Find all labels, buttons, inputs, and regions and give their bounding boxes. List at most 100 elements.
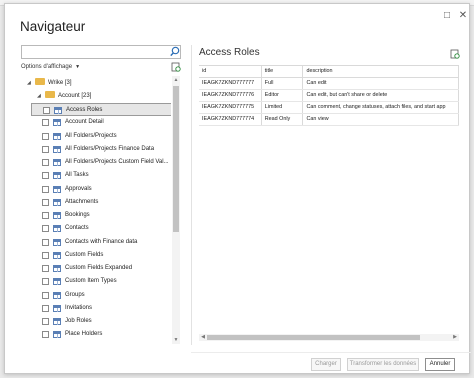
display-options-dropdown[interactable]: Options d'affichage ▼ — [21, 64, 80, 70]
checkbox[interactable] — [42, 265, 49, 272]
tree-item-label: Custom Fields — [65, 251, 104, 258]
table-scrollbar-thumb[interactable] — [207, 335, 420, 340]
checkbox[interactable] — [43, 107, 50, 114]
table-cell: IEAGK7ZKND777774 — [199, 113, 262, 126]
checkbox[interactable] — [42, 119, 49, 127]
tree-item[interactable]: Place Holders — [31, 328, 171, 341]
table-cell: Read Only — [261, 113, 304, 126]
tree-item[interactable]: Invitations — [31, 302, 171, 315]
checkbox[interactable] — [42, 278, 49, 286]
checkbox[interactable] — [42, 185, 49, 193]
tree-item[interactable]: Job Roles — [31, 315, 171, 328]
transform-data-button[interactable]: Transformer les données — [347, 358, 419, 371]
tree-item[interactable]: Access Roles — [31, 103, 171, 116]
table-row: IEAGK7ZKND777775 Limited Can comment, ch… — [199, 101, 459, 114]
search-input[interactable] — [21, 45, 181, 59]
tree-item[interactable]: Custom Fields — [31, 249, 171, 262]
checkbox[interactable] — [42, 198, 49, 206]
tree-item[interactable]: Approvals — [31, 183, 171, 196]
table-header-row: id title description — [199, 66, 459, 78]
scroll-left-icon[interactable]: ◀ — [199, 334, 207, 341]
tree-item-label: Approvals — [65, 185, 92, 192]
tree-node-account[interactable]: ◢ Account [23] — [37, 90, 91, 102]
table-cell: IEAGK7ZKND777776 — [199, 89, 262, 102]
checkbox[interactable] — [42, 251, 49, 259]
table-icon — [53, 132, 61, 140]
table-horizontal-scrollbar[interactable]: ◀ ▶ — [199, 334, 459, 341]
checkbox[interactable] — [42, 159, 49, 166]
tree-item[interactable]: All Folders/Projects Custom Field Val... — [31, 156, 171, 169]
tree-item-label: Attachments — [65, 198, 99, 205]
table-cell: IEAGK7ZKND777775 — [199, 101, 262, 114]
table-icon — [53, 318, 61, 325]
table-cell: Limited — [261, 101, 304, 114]
scroll-right-icon[interactable]: ▶ — [451, 334, 459, 341]
column-header-title[interactable]: title — [261, 66, 304, 78]
tree-item[interactable]: Bookings — [31, 209, 171, 222]
tree-item[interactable]: Groups — [31, 289, 171, 302]
scroll-down-icon[interactable]: ▼ — [172, 336, 180, 344]
chevron-down-icon[interactable]: ◢ — [27, 77, 35, 89]
square-icon[interactable]: □ — [441, 10, 453, 22]
navigator-tree: ◢ Wrike [3] ◢ Account [23] Access Roles Acc… — [21, 76, 171, 344]
tree-scrollbar[interactable]: ▲ ▼ — [172, 76, 180, 344]
tree-item[interactable]: All Tasks — [31, 169, 171, 182]
footer-divider — [191, 352, 471, 353]
table-icon — [53, 172, 61, 180]
tree-item[interactable]: Custom Item Types — [31, 275, 171, 288]
tree-item[interactable]: Contacts — [31, 222, 171, 235]
column-header-description[interactable]: description — [302, 66, 459, 78]
tree-item-label: Custom Item Types — [65, 278, 117, 285]
table-row: IEAGK7ZKND777774 Read Only Can view — [199, 113, 459, 126]
tree-node-label: Account [23] — [58, 93, 92, 99]
checkbox[interactable] — [42, 132, 49, 140]
preview-title: Access Roles — [199, 47, 260, 58]
table-icon — [53, 212, 61, 219]
checkbox[interactable] — [42, 291, 49, 299]
chevron-down-icon: ▼ — [75, 64, 81, 70]
tree-node-label: Wrike [3] — [48, 80, 72, 86]
search-icon[interactable] — [169, 45, 181, 59]
table-cell: Editor — [261, 89, 304, 102]
dialog-title: Navigateur — [20, 19, 86, 34]
checkbox[interactable] — [42, 238, 49, 246]
tree-item[interactable]: Account Detail — [31, 116, 171, 129]
checkbox[interactable] — [42, 212, 49, 219]
chevron-down-icon[interactable]: ◢ — [37, 90, 45, 102]
table-cell: Can view — [302, 113, 459, 126]
scroll-up-icon[interactable]: ▲ — [172, 76, 180, 84]
table-cell: Can comment, change statuses, attach fil… — [302, 101, 459, 114]
table-icon — [53, 251, 61, 259]
tree-item[interactable]: Contacts with Finance data — [31, 236, 171, 249]
tree-item-label: Contacts — [65, 225, 89, 232]
display-options-label: Options d'affichage — [21, 64, 73, 70]
table-cell: IEAGK7ZKND777777 — [199, 77, 262, 90]
close-icon[interactable]: ✕ — [457, 10, 469, 22]
tree-item[interactable]: All Folders/Projects Finance Data — [31, 143, 171, 156]
checkbox[interactable] — [42, 145, 49, 153]
load-button[interactable]: Charger — [311, 358, 341, 371]
checkbox[interactable] — [42, 331, 49, 339]
tree-item-label: All Folders/Projects Finance Data — [65, 145, 155, 152]
tree-scrollbar-thumb[interactable] — [173, 86, 179, 232]
tree-item-label: Groups — [65, 291, 85, 298]
tree-node-wrike[interactable]: ◢ Wrike [3] — [27, 77, 72, 89]
refresh-icon[interactable] — [171, 62, 181, 72]
tree-item-label: Account Detail — [65, 119, 104, 126]
checkbox[interactable] — [42, 172, 49, 180]
tree-item-label: Bookings — [65, 212, 90, 218]
tree-item-label: Custom Fields Expanded — [65, 265, 133, 271]
checkbox[interactable] — [42, 225, 49, 233]
preview-table-container: id title description IEAGK7ZKND777777 Fu… — [199, 65, 459, 334]
cancel-button[interactable]: Annuler — [425, 358, 455, 371]
checkbox[interactable] — [42, 318, 49, 325]
checkbox[interactable] — [42, 304, 49, 312]
tree-item[interactable]: Attachments — [31, 196, 171, 209]
tree-item[interactable]: All Folders/Projects — [31, 130, 171, 143]
tree-item-label: Place Holders — [65, 331, 103, 338]
refresh-icon[interactable] — [450, 49, 460, 59]
table-icon — [53, 198, 61, 206]
tree-item[interactable]: Custom Fields Expanded — [31, 262, 171, 275]
column-header-id[interactable]: id — [199, 66, 262, 78]
table-cell: Full — [261, 77, 304, 90]
